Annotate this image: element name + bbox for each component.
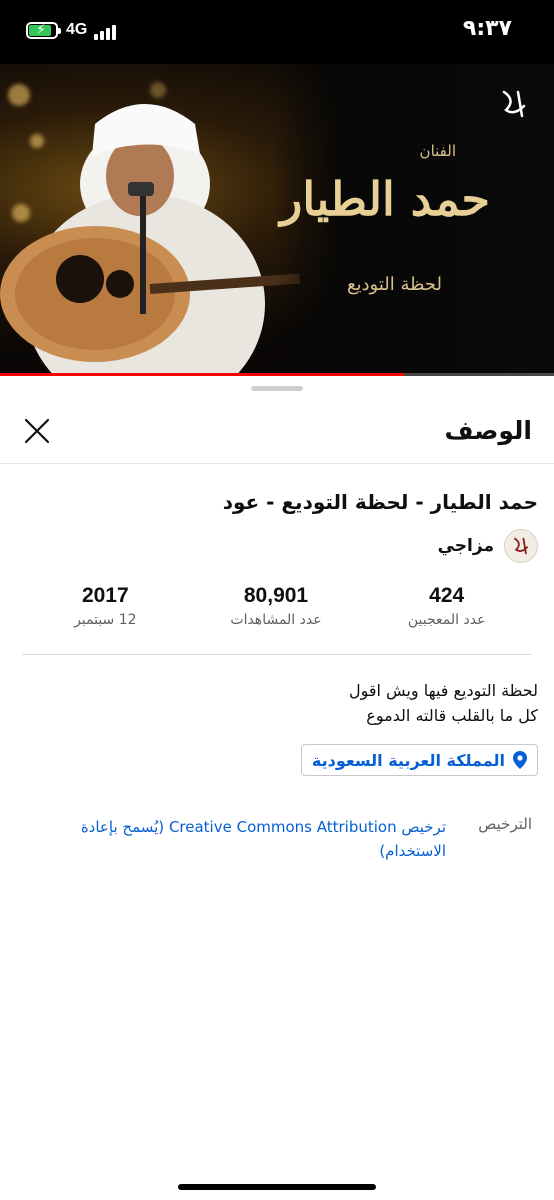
channel-logo-icon — [513, 537, 529, 555]
likes-count: 424 — [429, 584, 465, 607]
status-time: ٩:٣٧ — [462, 16, 512, 41]
views-label: عدد المشاهدات — [230, 612, 322, 628]
upload-year: 2017 — [81, 584, 129, 607]
channel-name[interactable]: مزاجي — [438, 536, 494, 556]
license-label: الترخيص — [478, 815, 532, 833]
artist-name: حمد الطيار — [280, 172, 490, 226]
views-count: 80,901 — [243, 584, 309, 607]
description-sheet: الوصف حمد الطيار - لحظة التوديع - عود مز… — [0, 378, 554, 1200]
stat-date: 2017 12 سبتمبر — [20, 584, 191, 634]
signal-strength-icon — [94, 24, 120, 40]
video-title: حمد الطيار - لحظة التوديع - عود — [222, 490, 538, 514]
home-indicator[interactable] — [178, 1184, 376, 1190]
charging-bolt-icon: ⚡ — [36, 22, 46, 38]
artist-label: الفنان — [419, 142, 456, 160]
channel-watermark-icon — [502, 90, 526, 118]
location-chip[interactable]: المملكة العربية السعودية — [300, 744, 538, 776]
description-text: لحظة التوديع فيها ويش اقول كل ما بالقلب … — [18, 678, 538, 728]
stat-likes: 424 عدد المعجبين — [361, 584, 532, 634]
likes-label: عدد المعجبين — [407, 612, 486, 628]
close-icon[interactable] — [22, 416, 52, 446]
sheet-header: الوصف — [0, 396, 554, 464]
location-text: المملكة العربية السعودية — [311, 750, 505, 770]
stat-views: 80,901 عدد المشاهدات — [191, 584, 362, 634]
sheet-grabber[interactable] — [251, 386, 303, 391]
network-type: 4G — [66, 21, 88, 38]
stats-row: 424 عدد المعجبين 80,901 عدد المشاهدات 20… — [20, 584, 532, 634]
description-line: لحظة التوديع فيها ويش اقول — [348, 681, 538, 700]
performer-image — [0, 104, 300, 376]
progress-fill — [0, 373, 405, 376]
license-link[interactable]: ترخيص Creative Commons Attribution (يُسم… — [46, 815, 446, 863]
channel-row[interactable]: مزاجي — [438, 528, 538, 564]
sheet-title: الوصف — [444, 416, 532, 445]
upload-date: 12 سبتمبر — [74, 612, 137, 628]
battery-icon: ⚡ — [26, 22, 61, 39]
divider — [22, 654, 532, 655]
status-bar: ⚡ 4G ٩:٣٧ — [0, 0, 554, 64]
location-pin-icon — [513, 751, 527, 769]
description-line: كل ما بالقلب قالته الدموع — [366, 706, 538, 725]
progress-track[interactable] — [0, 373, 554, 376]
video-player[interactable]: الفنان حمد الطيار لحظة التوديع — [0, 64, 554, 376]
album-name: لحظة التوديع — [346, 274, 442, 295]
channel-avatar[interactable] — [504, 529, 538, 563]
